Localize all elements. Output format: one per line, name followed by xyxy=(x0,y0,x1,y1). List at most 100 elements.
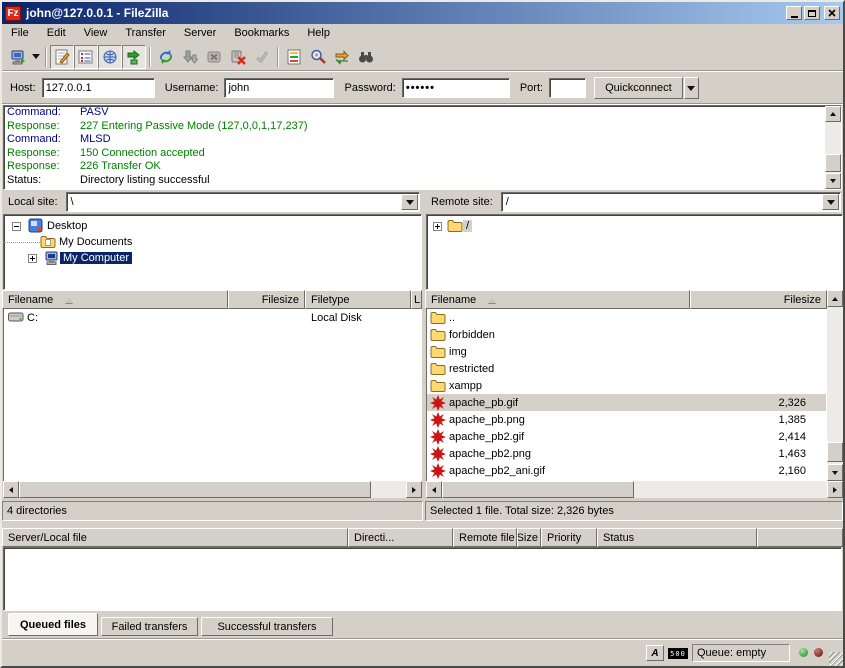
reconnect-button[interactable] xyxy=(250,45,274,69)
column-header-filetype[interactable]: Filetype xyxy=(305,290,411,309)
transfer-queue-list[interactable] xyxy=(3,547,842,611)
directory-comparison-button[interactable] xyxy=(306,45,330,69)
tab-failed-transfers[interactable]: Failed transfers xyxy=(101,617,198,636)
file-row[interactable]: restricted xyxy=(427,360,826,377)
column-header-status[interactable]: Status xyxy=(597,528,757,547)
send-indicator-led xyxy=(799,648,808,657)
log-line: Status:Directory listing successful xyxy=(4,174,824,188)
column-header-size[interactable]: Size xyxy=(517,528,541,547)
column-header-filesize[interactable]: Filesize xyxy=(690,290,827,309)
column-header-server-local-file[interactable]: Server/Local file xyxy=(2,528,348,547)
process-queue-button[interactable] xyxy=(178,45,202,69)
local-site-combo[interactable]: \ xyxy=(66,192,420,212)
tree-item-root[interactable]: / xyxy=(427,218,842,234)
file-row[interactable]: xampp xyxy=(427,377,826,394)
menu-file[interactable]: File xyxy=(2,25,38,41)
remote-horizontal-scrollbar[interactable] xyxy=(426,481,843,498)
toggle-queue-button[interactable] xyxy=(122,45,146,69)
menu-edit[interactable]: Edit xyxy=(38,25,75,41)
resize-grip[interactable] xyxy=(829,652,843,666)
menu-help[interactable]: Help xyxy=(298,25,339,41)
folder-icon xyxy=(430,311,446,325)
scroll-left-button[interactable] xyxy=(426,481,442,498)
close-button[interactable] xyxy=(824,6,840,20)
log-scrollbar[interactable] xyxy=(825,106,841,189)
file-name: apache_pb2.png xyxy=(446,448,531,460)
find-files-button[interactable] xyxy=(354,45,378,69)
toolbar-separator xyxy=(277,47,279,67)
site-manager-button[interactable] xyxy=(6,45,30,69)
username-input[interactable] xyxy=(224,78,334,98)
quickconnect-button[interactable]: Quickconnect xyxy=(594,77,683,99)
file-row-selected[interactable]: apache_pb.gif2,326 xyxy=(427,394,826,411)
remote-file-list: .. forbidden img restricted xampp apache… xyxy=(426,309,827,481)
titlebar[interactable]: Fz john@127.0.0.1 - FileZilla xyxy=(2,2,843,24)
chevron-down-icon xyxy=(406,200,414,205)
scroll-down-button[interactable] xyxy=(827,464,843,481)
local-horizontal-scrollbar[interactable] xyxy=(3,481,422,498)
expand-icon[interactable] xyxy=(433,222,442,231)
toggle-local-tree-button[interactable] xyxy=(74,45,98,69)
minimize-button[interactable] xyxy=(786,6,802,20)
file-row[interactable]: apache_pb.png1,385 xyxy=(427,411,826,428)
file-row[interactable]: C: Local Disk xyxy=(4,309,421,326)
remote-site-dropdown-button[interactable] xyxy=(822,194,839,210)
transfer-type-icon[interactable]: A xyxy=(646,645,664,661)
tab-successful-transfers[interactable]: Successful transfers xyxy=(201,617,333,636)
menu-bookmarks[interactable]: Bookmarks xyxy=(225,25,298,41)
menu-view[interactable]: View xyxy=(75,25,117,41)
synchronized-browsing-button[interactable] xyxy=(330,45,354,69)
host-input[interactable] xyxy=(42,78,155,98)
scrollbar-thumb[interactable] xyxy=(825,154,841,172)
quickconnect-dropdown-button[interactable] xyxy=(684,77,699,99)
filter-button[interactable] xyxy=(282,45,306,69)
disconnect-button[interactable] xyxy=(226,45,250,69)
scroll-down-button[interactable] xyxy=(825,173,841,189)
speed-limit-icon[interactable]: 500 xyxy=(668,648,688,659)
remote-vertical-scrollbar[interactable] xyxy=(827,290,843,481)
scroll-left-button[interactable] xyxy=(3,481,19,498)
tree-item-my-computer[interactable]: My Computer xyxy=(4,250,421,266)
menu-transfer[interactable]: Transfer xyxy=(116,25,175,41)
remote-tree: / xyxy=(426,214,843,290)
column-header-filesize[interactable]: Filesize xyxy=(228,290,305,309)
scroll-up-button[interactable] xyxy=(825,106,841,122)
scrollbar-thumb[interactable] xyxy=(827,442,843,462)
refresh-button[interactable] xyxy=(154,45,178,69)
file-row[interactable]: apache_pb2.png1,463 xyxy=(427,445,826,462)
column-header-filename[interactable]: Filename xyxy=(2,290,228,309)
tree-item-desktop[interactable]: Desktop xyxy=(4,218,421,234)
local-site-dropdown-button[interactable] xyxy=(401,194,418,210)
scroll-right-button[interactable] xyxy=(406,481,422,498)
toggle-remote-tree-button[interactable] xyxy=(98,45,122,69)
log-line: Response:150 Connection accepted xyxy=(4,147,824,161)
cancel-button[interactable] xyxy=(202,45,226,69)
file-row[interactable]: .. xyxy=(427,309,826,326)
collapse-icon[interactable] xyxy=(12,222,21,231)
file-row[interactable]: img xyxy=(427,343,826,360)
remote-site-bar: Remote site: / xyxy=(425,190,843,214)
password-input[interactable] xyxy=(402,78,510,98)
desktop-icon xyxy=(28,218,44,234)
expand-icon[interactable] xyxy=(28,254,37,263)
scrollbar-thumb[interactable] xyxy=(442,481,634,498)
column-header-remote-file[interactable]: Remote file xyxy=(453,528,517,547)
scroll-right-button[interactable] xyxy=(827,481,843,498)
file-row[interactable]: apache_pb2.gif2,414 xyxy=(427,428,826,445)
file-row[interactable]: apache_pb2_ani.gif2,160 xyxy=(427,462,826,479)
file-row[interactable]: forbidden xyxy=(427,326,826,343)
scroll-up-button[interactable] xyxy=(827,290,843,307)
port-input[interactable] xyxy=(549,78,586,98)
tab-queued-files[interactable]: Queued files xyxy=(8,613,98,636)
site-manager-dropdown-button[interactable] xyxy=(30,45,42,69)
scrollbar-thumb[interactable] xyxy=(19,481,371,498)
remote-site-combo[interactable]: / xyxy=(501,192,841,212)
maximize-button[interactable] xyxy=(804,6,820,20)
column-header-priority[interactable]: Priority xyxy=(541,528,597,547)
column-header-direction[interactable]: Directi... xyxy=(348,528,453,547)
menu-server[interactable]: Server xyxy=(175,25,225,41)
column-header-lastmodified[interactable]: L xyxy=(411,290,422,309)
toggle-message-log-button[interactable] xyxy=(50,45,74,69)
tree-item-my-documents[interactable]: My Documents xyxy=(4,234,421,250)
column-header-filename[interactable]: Filename xyxy=(425,290,690,309)
